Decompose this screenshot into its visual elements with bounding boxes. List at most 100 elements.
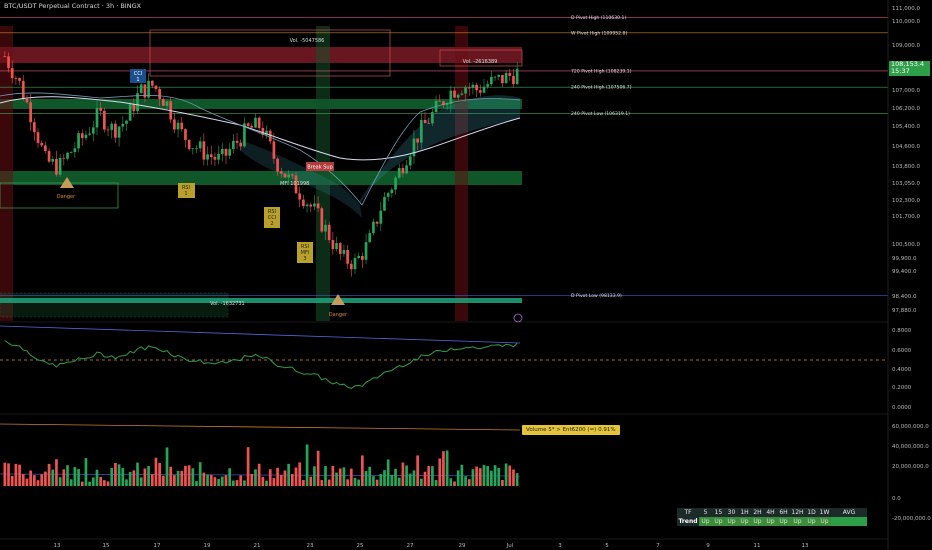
time-axis-label: 25 [357,543,364,549]
volume-bar [173,475,176,486]
candle-body [58,157,62,175]
trend-header-1w: 1W [818,508,831,517]
candle-body [386,193,390,197]
price-axis-label: 109,000.0 [892,43,920,49]
candle-body [198,141,202,149]
volume-bar [165,447,169,486]
volume-bar [232,480,235,486]
volume-pane [0,413,888,486]
candle-body [257,117,261,128]
candle-body [173,119,176,130]
oscillator-pane [0,321,888,389]
volume-bar [21,474,25,486]
trend-cell: Up [738,517,751,526]
candle-body [486,84,490,87]
candle-body [508,72,512,76]
volume-bar [419,478,423,486]
volume-bar [442,451,445,486]
osc-axis-label: 0.4000 [892,367,912,373]
candle-body [73,148,77,153]
candle-body [349,263,353,270]
volume-bar [453,481,456,486]
candle-body [397,168,401,178]
price-axis-label: 97,880.0 [892,308,917,314]
candle-body [313,203,316,207]
price-axis-label: 104,600.0 [892,144,920,150]
candle-body [453,90,456,98]
candle-body [180,122,184,130]
candle-body [187,139,191,150]
candle-body [464,87,467,94]
volume-bar [246,447,250,486]
time-axis-label: 9 [706,543,710,549]
volume-bar [228,468,232,486]
volume-bar [206,474,209,486]
event-marker-icon[interactable] [513,313,523,323]
volume-bar [408,473,412,486]
trend-cell: Up [790,517,805,526]
candle-body [139,84,143,94]
volume-bar [268,469,272,486]
volume-bar [103,480,106,486]
candle-body [147,80,150,98]
candle-body [316,203,320,209]
candle-body [408,156,412,166]
candle-body [372,221,375,234]
candle-body [427,123,431,124]
volume-bar [3,462,7,486]
volume-bar [390,474,394,486]
candle-body [132,104,136,112]
volume-bar [386,459,390,486]
candle-body [309,204,313,207]
volume-bar [346,479,349,486]
candle-body [117,126,121,138]
volume-bar [335,472,338,486]
price-axis-label: 101,700.0 [892,214,920,220]
candle-body [327,224,331,241]
pivot-level-label: 240 Pivot High (107506.7) [571,85,632,91]
candle-body [29,102,32,123]
pivot-level-label: D Pivot High (110630.1) [571,15,626,21]
vol-label-1: Vol. -5047586 [290,38,325,44]
volume-bar [338,468,342,486]
candle-body [342,250,346,254]
time-axis-label: 19 [204,543,211,549]
trend-header-tf: TF [677,508,699,517]
volume-bar [423,471,427,486]
volume-bar [276,467,279,486]
pivot-level-label: D Pivot Low (98133.9) [571,293,622,299]
candle-body [493,76,497,78]
candle-body [51,158,55,162]
volume-bar [287,463,290,486]
candle-body [501,74,504,84]
candle-body [161,99,165,106]
candle-body [239,142,243,147]
candle-body [490,76,493,85]
volume-bar [132,470,136,486]
volume-bar [302,480,305,486]
trend-header-2h: 2H [751,508,764,517]
price-axis-label: 103,050.0 [892,181,920,187]
rsi-cci2-line3: 2 [270,221,273,227]
candle-body [331,240,335,250]
rsi-mfi3-line3: 3 [303,256,306,262]
candle-body [99,107,103,111]
candle-body [66,152,69,159]
candle-body [44,145,47,152]
trend-cell: Up [725,517,738,526]
volume-bar [397,477,401,486]
candle-body [7,56,10,69]
volume-bar [147,466,150,486]
danger-label-1: Danger [57,194,76,200]
candle-body [21,80,25,100]
volume-bar [512,469,515,486]
volume-bar [117,464,121,486]
candle-body [471,84,475,88]
volume-bar [490,470,493,486]
osc-axis-label: 0.8000 [892,328,912,334]
volume-bar [467,479,471,486]
candle-body [423,119,427,124]
trend-header-4h: 4H [764,508,777,517]
volume-bar [372,476,375,486]
candle-body [206,154,209,160]
